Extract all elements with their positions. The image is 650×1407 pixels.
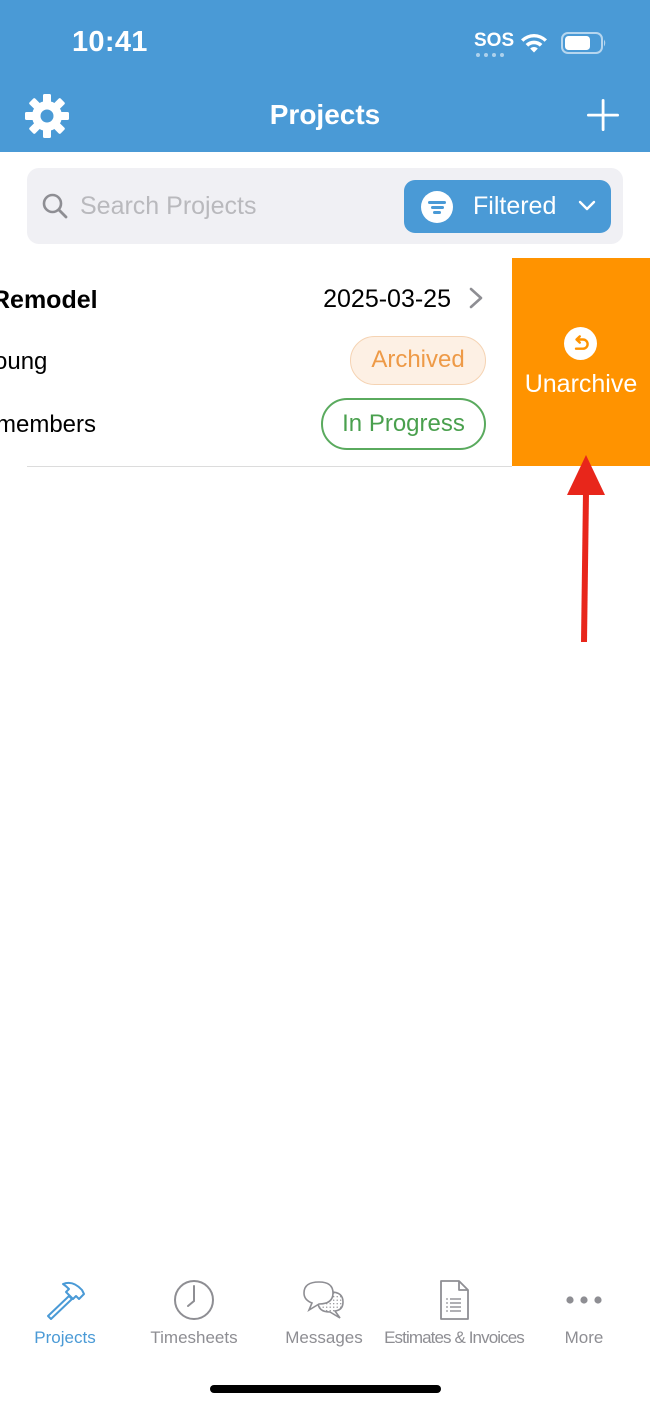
archived-badge: Archived <box>350 336 486 385</box>
status-bar: 10:41 SOS <box>0 0 650 80</box>
project-row[interactable]: Remodel 2025-03-25 oung Archived members… <box>0 258 512 466</box>
sos-indicator: SOS <box>474 30 515 51</box>
chevron-right-icon <box>469 287 483 309</box>
search-bar: Filtered <box>27 168 623 244</box>
chat-bubbles-icon <box>303 1281 344 1319</box>
signal-dots-icon <box>476 53 504 57</box>
page-title: Projects <box>269 99 381 130</box>
tab-bar: Projects Timesheets Messages Estimates &… <box>0 1262 650 1407</box>
wifi-icon <box>521 34 547 53</box>
filter-dropdown-button[interactable]: Filtered <box>404 180 611 233</box>
tab-label: More <box>564 1328 604 1347</box>
hammer-icon <box>47 1281 85 1320</box>
status-time: 10:41 <box>72 26 148 58</box>
status-badge: In Progress <box>321 398 486 450</box>
row-divider <box>27 466 512 467</box>
tab-estimates-invoices[interactable]: Estimates & Invoices <box>384 1262 525 1362</box>
filter-icon <box>421 191 453 223</box>
tab-timesheets[interactable]: Timesheets <box>143 1262 245 1362</box>
ellipsis-icon <box>566 1296 602 1304</box>
search-input[interactable] <box>80 186 390 226</box>
home-indicator <box>210 1385 441 1393</box>
project-client: oung <box>0 348 48 375</box>
plus-icon[interactable] <box>584 96 622 134</box>
project-date: 2025-03-25 <box>323 285 451 313</box>
project-members: members <box>0 411 97 438</box>
filter-label: Filtered <box>473 192 557 220</box>
unarchive-button[interactable]: Unarchive <box>512 258 650 466</box>
search-icon <box>42 193 68 219</box>
tab-messages[interactable]: Messages <box>273 1262 375 1362</box>
navigation-bar: Projects <box>0 80 650 152</box>
tab-projects[interactable]: Projects <box>14 1262 116 1362</box>
clock-icon <box>174 1280 214 1320</box>
document-icon <box>440 1280 469 1320</box>
battery-icon <box>561 32 606 54</box>
unarchive-label: Unarchive <box>524 370 638 398</box>
undo-icon <box>564 327 597 360</box>
annotation-arrow-icon <box>567 455 605 643</box>
chevron-down-icon <box>578 200 596 211</box>
tab-more[interactable]: More <box>533 1262 635 1362</box>
project-title: Remodel <box>0 286 98 314</box>
